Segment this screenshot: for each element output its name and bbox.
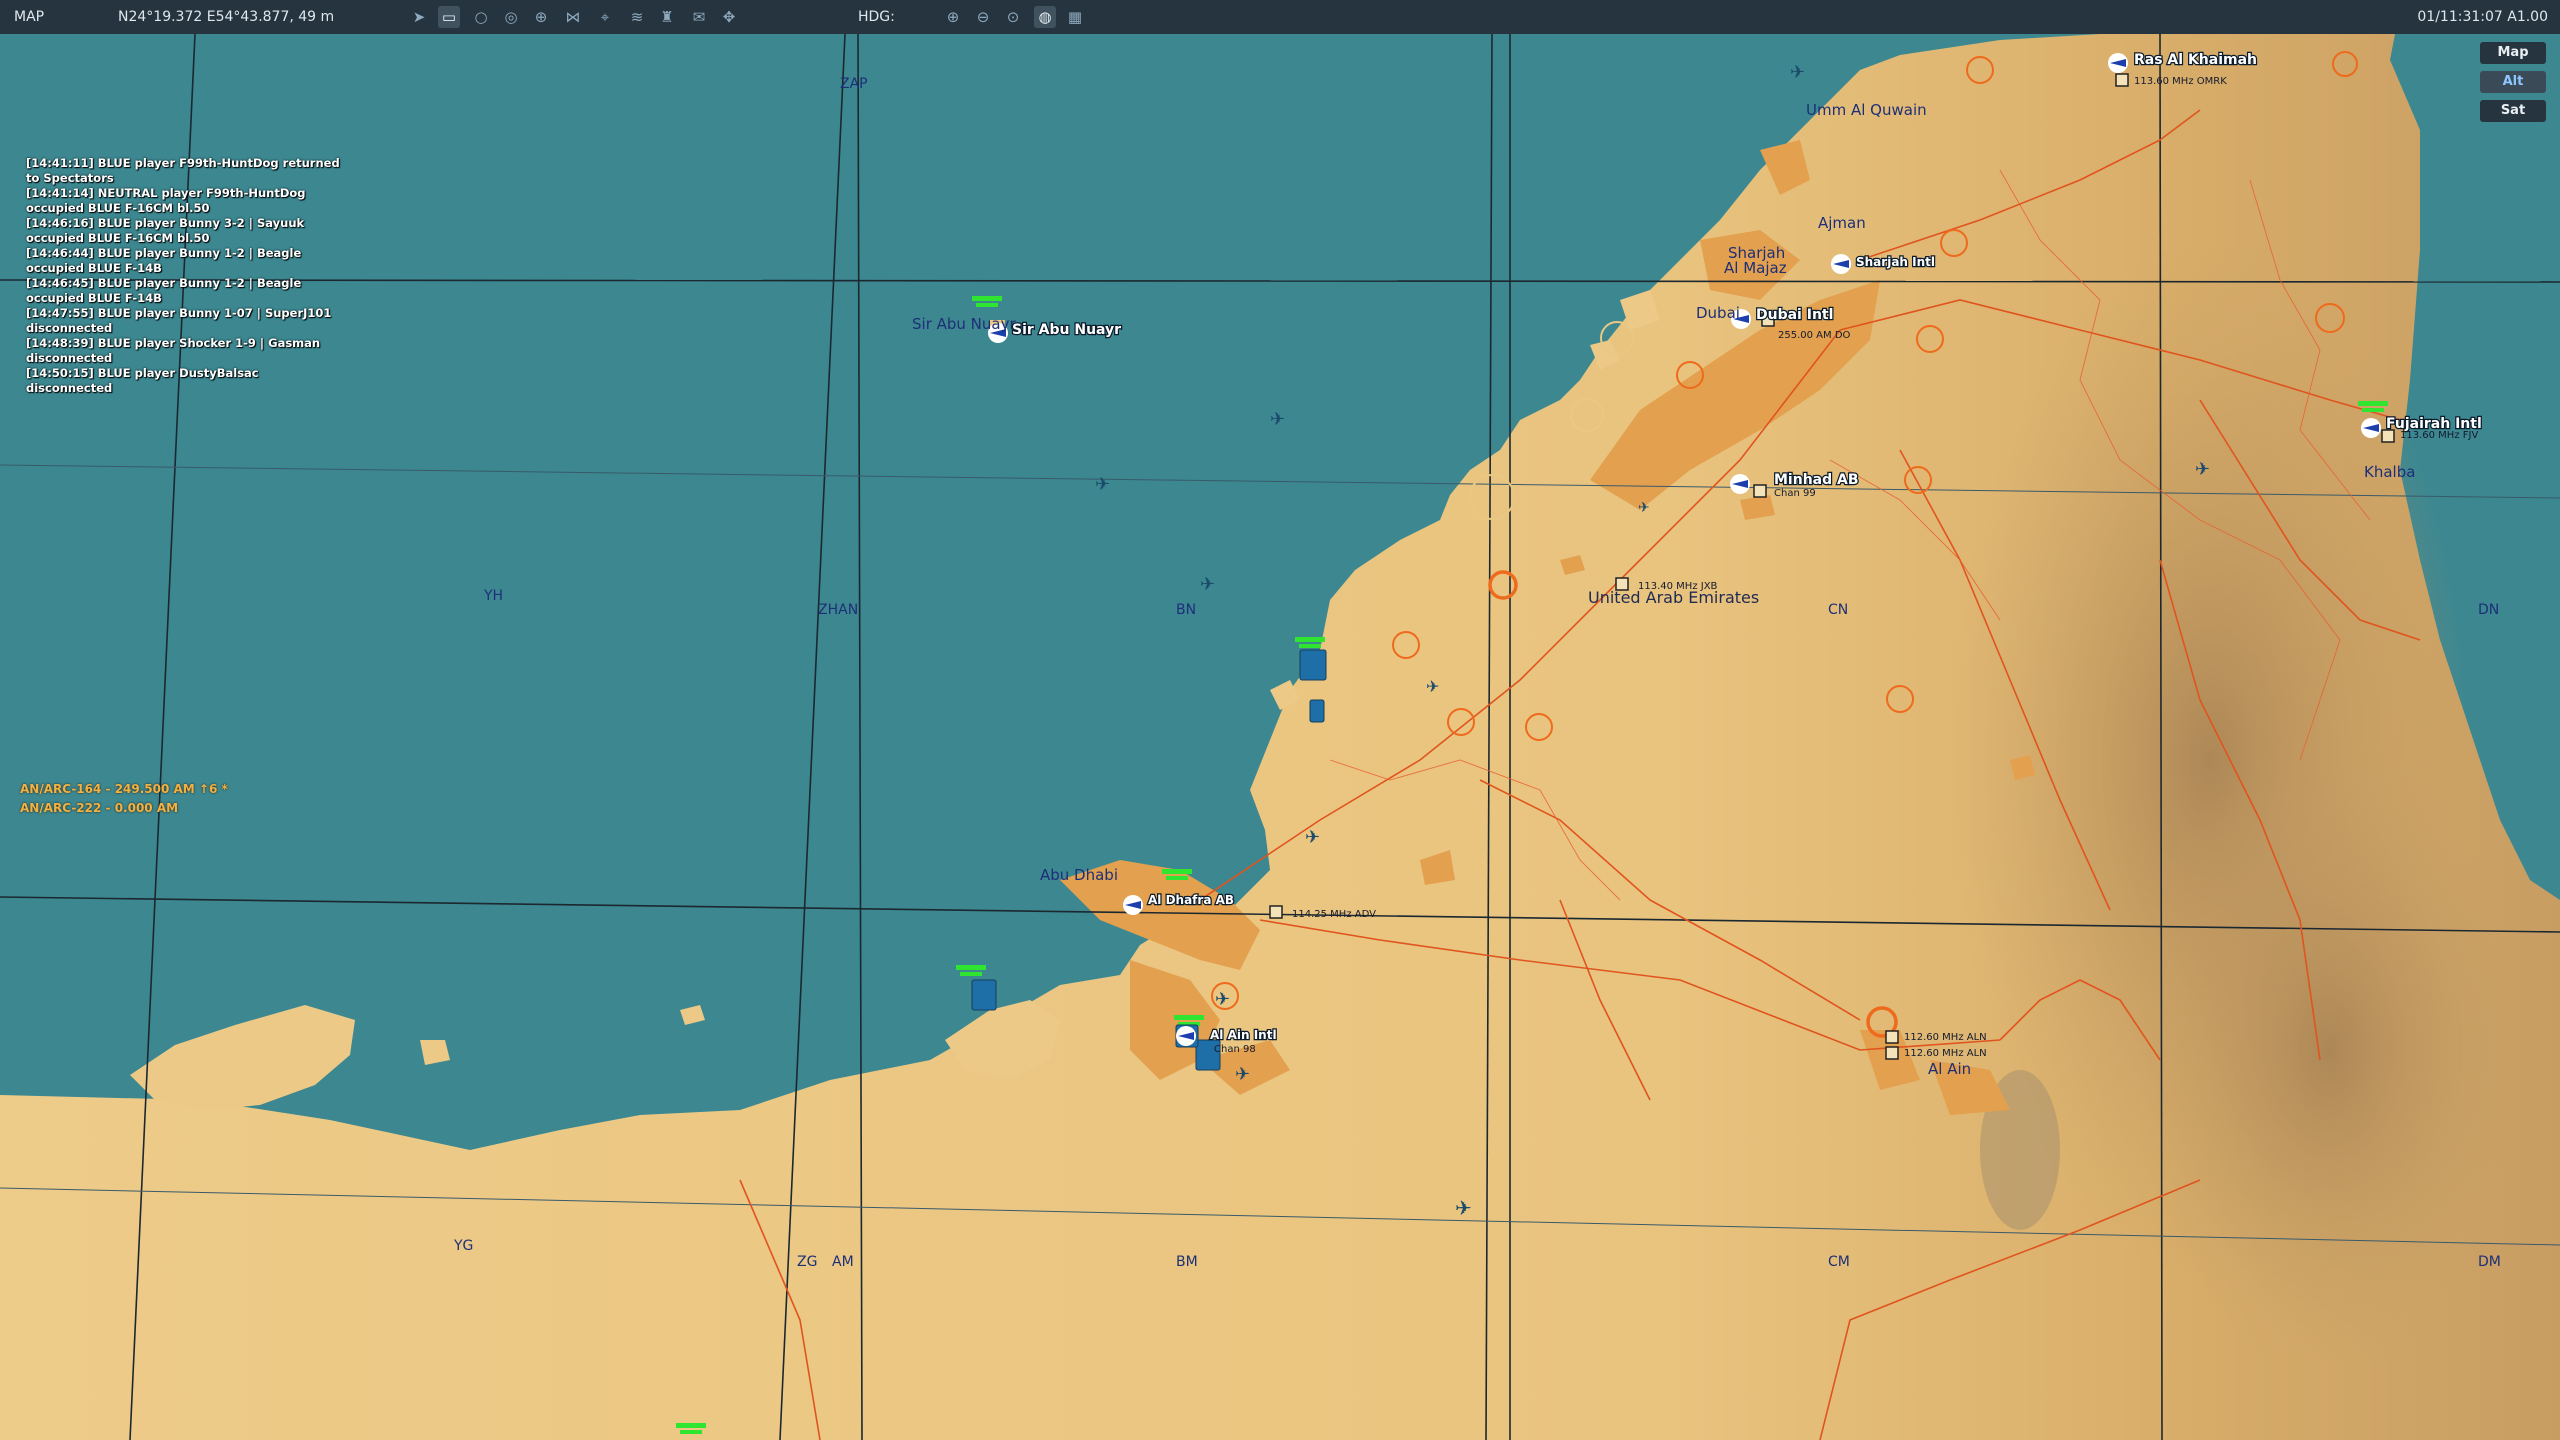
airfield-label: Ras Al Khaimah — [2134, 52, 2257, 68]
beacon-label: 112.60 MHz ALN — [1904, 1032, 1987, 1043]
log-entry: [14:47:55] BLUE player Bunny 1-07 | Supe… — [26, 306, 332, 335]
beacon-label: 113.60 MHz FJV — [2400, 430, 2478, 441]
svg-text:✈: ✈ — [1095, 474, 1110, 495]
log-entry: [14:48:39] BLUE player Shocker 1-9 | Gas… — [26, 336, 321, 365]
radio-status: AN/ARC-164 - 249.500 AM ↑6 * AN/ARC-222 … — [20, 780, 228, 818]
place-label: Ajman — [1818, 214, 1866, 232]
grid-label: DM — [2478, 1254, 2501, 1270]
airfield-label: Al Ain Intl — [1210, 1028, 1277, 1042]
grid-label: DN — [2478, 602, 2499, 618]
airfield-label: Sir Abu Nuayr — [1012, 322, 1121, 338]
route-icon[interactable]: ⋈ — [562, 6, 584, 28]
log-entry: [14:46:16] BLUE player Bunny 3-2 | Sayuu… — [26, 216, 305, 245]
event-log: [14:41:11] BLUE player F99th-HuntDog ret… — [26, 156, 346, 396]
place-label: Khalba — [2364, 463, 2415, 481]
zoom-in-icon[interactable]: ⊕ — [942, 6, 964, 28]
svg-text:✈: ✈ — [1426, 677, 1439, 696]
place-label: Abu Dhabi — [1040, 866, 1118, 884]
svg-text:✈: ✈ — [1790, 62, 1805, 83]
grid-label: ZG — [797, 1254, 817, 1270]
layer-sat-button[interactable]: Sat — [2480, 100, 2546, 122]
beacon-label: 112.60 MHz ALN — [1904, 1048, 1987, 1059]
ruler-icon[interactable]: ▭ — [438, 6, 460, 28]
grid-label: CN — [1828, 602, 1848, 618]
place-label: Umm Al Quwain — [1806, 101, 1927, 119]
radio-1: AN/ARC-164 - 249.500 AM ↑6 * — [20, 782, 228, 796]
airfield-label: Minhad AB — [1774, 472, 1859, 488]
grid-label: CM — [1828, 1254, 1850, 1270]
grid-label: AM — [832, 1254, 854, 1270]
airfield-label: Sharjah Intl — [1856, 255, 1935, 269]
zoom-out-icon[interactable]: ⊖ — [972, 6, 994, 28]
airfield-label: Dubai Intl — [1756, 307, 1833, 323]
svg-text:✈: ✈ — [1235, 1064, 1250, 1085]
top-toolbar: MAP N24°19.372 E54°43.877, 49 m ➤ ▭ ○ ◎ … — [0, 0, 2560, 34]
beacon-label: 255.00 AM DO — [1778, 330, 1851, 341]
zoom-fit-icon[interactable]: ⊙ — [1002, 6, 1024, 28]
log-entry: [14:46:44] BLUE player Bunny 1-2 | Beagl… — [26, 246, 302, 275]
target-icon[interactable]: ⌖ — [594, 6, 616, 28]
log-entry: [14:46:45] BLUE player Bunny 1-2 | Beagl… — [26, 276, 302, 305]
place-label: Dubai — [1696, 304, 1740, 322]
place-label: Sir Abu Nuayr — [912, 315, 1016, 333]
grid-label: ZHAN — [818, 602, 858, 618]
airfield-label: Al Dhafra AB — [1148, 893, 1234, 907]
cursor-coordinates: N24°19.372 E54°43.877, 49 m — [118, 9, 335, 25]
beacon-label: Chan 98 — [1214, 1044, 1256, 1055]
tower-icon[interactable]: ♜ — [656, 6, 678, 28]
heading-label: HDG: — [858, 9, 895, 25]
svg-text:✈: ✈ — [1270, 409, 1285, 430]
beacon-label: Chan 99 — [1774, 488, 1816, 499]
layer-alt-button[interactable]: Alt — [2480, 71, 2546, 93]
log-entry: [14:41:11] BLUE player F99th-HuntDog ret… — [26, 156, 340, 185]
chat-icon[interactable]: ✉ — [688, 6, 710, 28]
log-entry: [14:41:14] NEUTRAL player F99th-HuntDog … — [26, 186, 306, 215]
beacon-label: 113.40 MHz JXB — [1638, 581, 1718, 592]
grid-icon[interactable]: ▦ — [1064, 6, 1086, 28]
radio-2: AN/ARC-222 - 0.000 AM — [20, 801, 179, 815]
svg-text:✈: ✈ — [1215, 989, 1230, 1010]
beacon-label: 113.60 MHz OMRK — [2134, 76, 2227, 87]
grid-label: BN — [1176, 602, 1196, 618]
mode-label: MAP — [14, 9, 45, 25]
grid-label: ZAP — [840, 76, 868, 92]
svg-text:✈: ✈ — [1200, 574, 1215, 595]
log-entry: [14:50:15] BLUE player DustyBalsac disco… — [26, 366, 259, 395]
grid-label: YG — [453, 1238, 473, 1254]
svg-text:✈: ✈ — [1638, 500, 1650, 516]
radio-icon[interactable]: ≋ — [626, 6, 648, 28]
circle-icon[interactable]: ○ — [470, 6, 492, 28]
move-icon[interactable]: ✥ — [718, 6, 740, 28]
beacon-label: 114.25 MHz ADV — [1292, 909, 1376, 920]
place-label: Al Ain — [1928, 1060, 1971, 1078]
layer-map-button[interactable]: Map — [2480, 42, 2546, 64]
svg-text:✈: ✈ — [2195, 459, 2210, 480]
navigate-icon[interactable]: ➤ — [408, 6, 430, 28]
globe-icon[interactable]: ◍ — [1034, 6, 1056, 28]
place-label: Al Majaz — [1724, 259, 1787, 277]
mountain-shade — [2130, 730, 2530, 1370]
mission-time: 01/11:31:07 A1.00 — [2417, 9, 2548, 25]
grid-label: BM — [1176, 1254, 1198, 1270]
svg-text:✈: ✈ — [1305, 827, 1320, 848]
grid-label: YH — [483, 588, 503, 604]
layers-icon[interactable]: ◎ — [500, 6, 522, 28]
svg-text:✈: ✈ — [1455, 1196, 1472, 1220]
waypoint-icon[interactable]: ⊕ — [530, 6, 552, 28]
map-canvas[interactable]: ✈ ✈ ✈ ✈ ✈ ✈ ✈ ✈ ✈ ✈ ✈ ZAP YH ZHAN BN CN … — [0, 34, 2560, 1440]
